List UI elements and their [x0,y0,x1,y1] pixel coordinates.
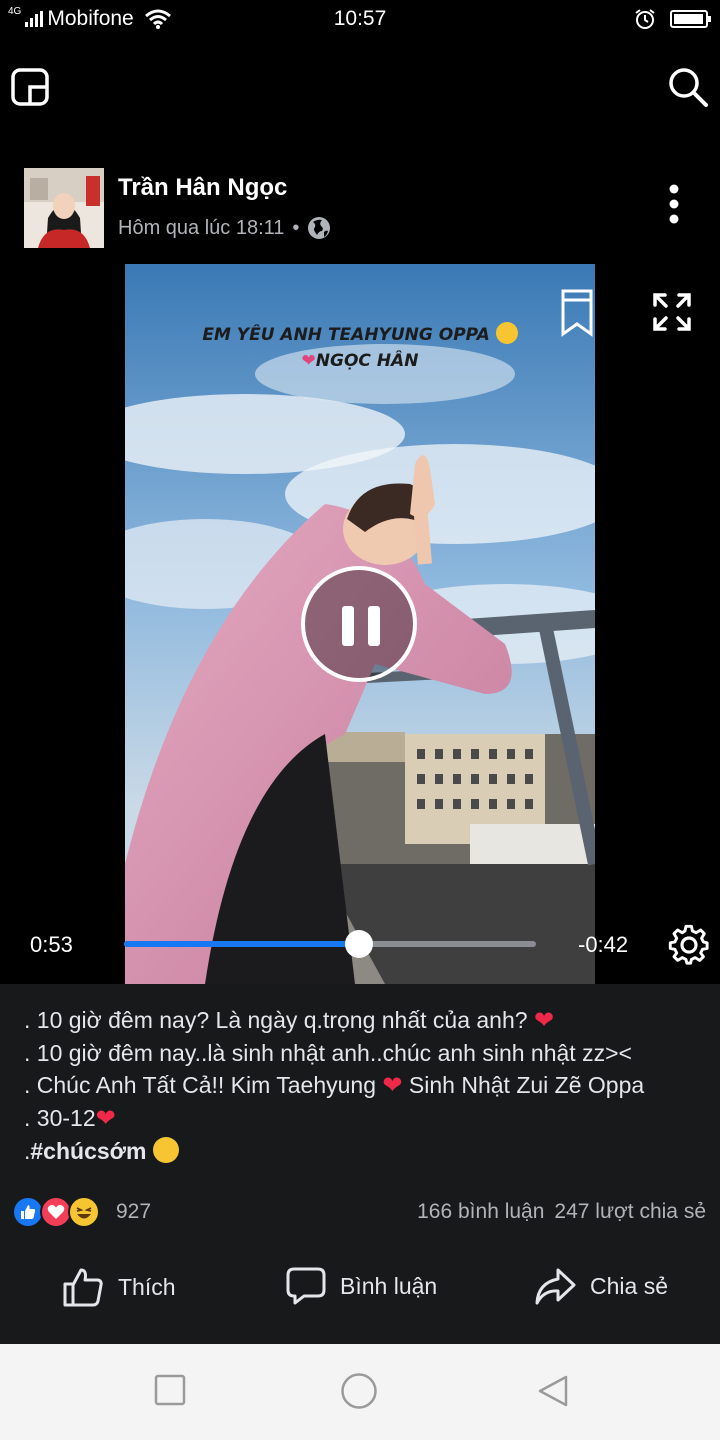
globe-icon [308,217,331,239]
pause-button[interactable] [301,566,417,682]
overlay-line-1: EM YÊU ANH TEAHYUNG OPPA [125,322,595,348]
meta-separator: • [292,216,300,239]
like-label: Thích [118,1273,176,1300]
search-icon[interactable] [666,65,710,109]
comment-label: Bình luận [340,1272,438,1299]
action-bar: Thích Bình luận Chia sẻ [0,1244,720,1344]
reaction-count[interactable]: 927 [116,1200,151,1224]
author-name[interactable]: Trần Hân Ngọc [118,174,287,202]
fullscreen-icon[interactable] [652,292,692,332]
like-button[interactable]: Thích [62,1266,176,1308]
gear-icon[interactable] [668,924,710,966]
alarm-icon [635,9,655,29]
seek-progress [124,941,359,947]
post-line-2: . 10 giờ đêm nay..là sinh nhật anh..chúc… [24,1040,632,1066]
share-button[interactable]: Chia sẻ [534,1266,668,1306]
remaining-time: -0:42 [578,932,629,957]
haha-reaction-icon [68,1196,100,1228]
post-timestamp[interactable]: Hôm qua lúc 18:11 [118,217,284,240]
overlay-line-2: ❤NGỌC HÂN [301,351,419,371]
clock: 10:57 [333,7,387,30]
more-options-icon[interactable] [668,184,680,224]
comment-count[interactable]: 166 bình luận [417,1200,544,1224]
engagement-stats: 166 bình luận 247 lượt chia sẻ [417,1200,706,1224]
recent-apps-icon[interactable] [154,1374,186,1406]
battery-icon [670,10,711,28]
avatar[interactable] [24,168,104,248]
thumbs-up-icon [63,1268,103,1307]
share-label: Chia sẻ [590,1272,668,1299]
comment-button[interactable]: Bình luận [286,1266,437,1306]
system-nav-bar [0,1344,720,1440]
video-overlay-text: EM YÊU ANH TEAHYUNG OPPA ❤NGỌC HÂN [125,322,595,374]
back-icon[interactable] [536,1374,570,1408]
video-player[interactable]: EM YÊU ANH TEAHYUNG OPPA ❤NGỌC HÂN 0:53 … [0,264,720,984]
laughing-emoji-icon [152,1137,179,1163]
post-line-3: . Chúc Anh Tất Cả!! Kim Taehyung ❤ Sinh … [24,1072,645,1099]
post-meta: Hôm qua lúc 18:11 • [118,216,331,240]
current-time: 0:53 [30,932,73,957]
share-icon [535,1268,576,1305]
reactions-bar: 927 166 bình luận 247 lượt chia sẻ [0,1184,720,1244]
home-icon[interactable] [340,1372,378,1410]
top-app-bar [0,40,720,140]
pip-icon[interactable] [10,67,50,107]
hashtag-link[interactable]: #chúcsớm [30,1138,146,1164]
post-line-4: . 30-12❤ [24,1105,116,1132]
bookmark-icon[interactable] [560,288,594,338]
seek-thumb[interactable] [344,930,373,958]
reaction-icons[interactable] [12,1196,100,1228]
status-right [634,8,711,30]
comment-icon [286,1267,326,1305]
share-count[interactable]: 247 lượt chia sẻ [554,1200,706,1224]
seek-bar[interactable] [124,930,536,958]
post-line-1: . 10 giờ đêm nay? Là ngày q.trọng nhất c… [24,1007,555,1034]
status-bar: 4G Mobifone 10:57 [0,0,720,40]
post-header: Trần Hân Ngọc Hôm qua lúc 18:11 • [0,140,720,264]
post-text: . 10 giờ đêm nay? Là ngày q.trọng nhất c… [0,984,720,1184]
post-line-5: .#chúcsớm [24,1135,696,1167]
